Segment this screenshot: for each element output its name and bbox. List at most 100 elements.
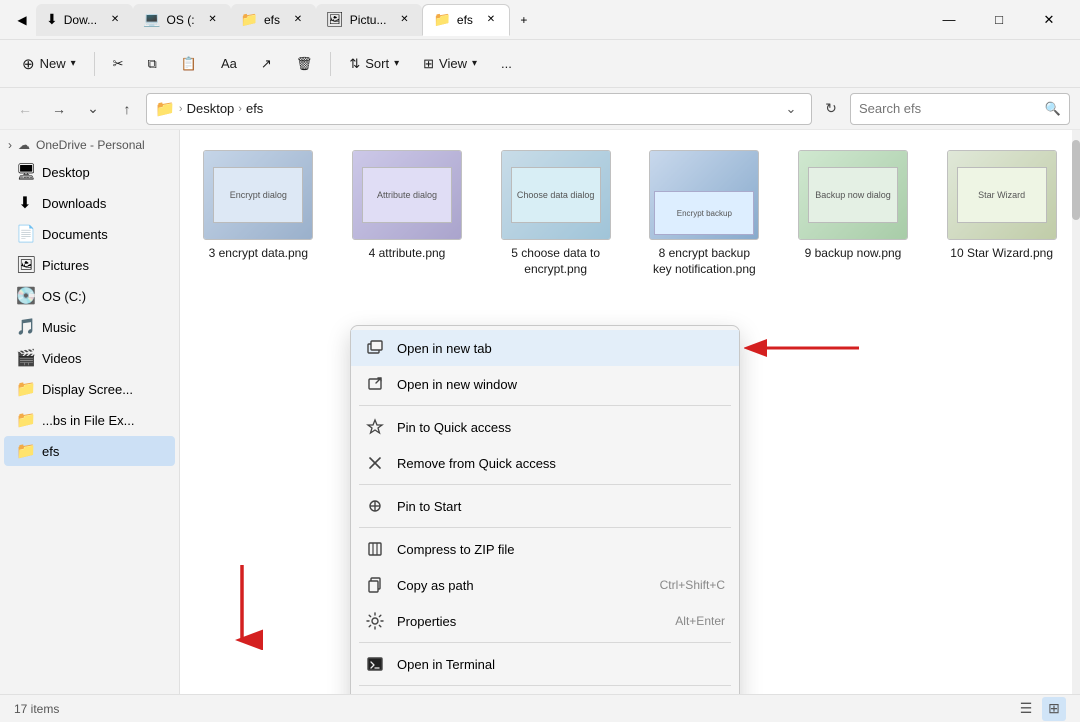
tab-os[interactable]: 💻 OS (: ✕	[133, 4, 230, 36]
sort-button[interactable]: ⇅ Sort ▾	[339, 46, 409, 82]
minimize-button[interactable]: —	[926, 4, 972, 36]
sidebar-label-downloads: Downloads	[42, 196, 106, 211]
breadcrumb-desktop-label: Desktop	[187, 101, 235, 116]
tab-efs2[interactable]: 📁 efs ✕	[422, 4, 509, 36]
folder-icon: 📁	[155, 99, 175, 119]
ctx-open-new-tab[interactable]: Open in new tab	[351, 330, 739, 366]
plus-icon: ⊕	[22, 55, 35, 73]
ctx-sep-3	[359, 527, 731, 528]
breadcrumb-desktop[interactable]: Desktop	[187, 101, 235, 116]
sidebar-item-music[interactable]: 🎵 Music	[4, 312, 175, 342]
grid-view-button[interactable]: ⊞	[1042, 697, 1066, 721]
file-thumb-f2: Attribute dialog	[352, 150, 462, 240]
ctx-pin-quick-access[interactable]: Pin to Quick access	[351, 409, 739, 445]
tab-downloads[interactable]: ⬇ Dow... ✕	[36, 4, 133, 36]
refresh-button[interactable]: ↻	[816, 94, 846, 124]
tab-label-pictures: Pictu...	[350, 13, 387, 27]
ctx-pin-start[interactable]: Pin to Start	[351, 488, 739, 524]
search-input[interactable]	[859, 101, 1039, 116]
maximize-button[interactable]: □	[976, 4, 1022, 36]
ctx-open-terminal-label: Open in Terminal	[397, 657, 725, 672]
ctx-copy-path[interactable]: Copy as path Ctrl+Shift+C	[351, 567, 739, 603]
item-count: 17 items	[14, 702, 59, 716]
file-item-f1[interactable]: Encrypt dialog 3 encrypt data.png	[192, 142, 325, 285]
copy-button[interactable]: ⧉	[138, 46, 167, 82]
tab-label-efs1: efs	[264, 13, 280, 27]
titlebar: ◀ ⬇ Dow... ✕ 💻 OS (: ✕ 📁 efs ✕ 🖼 Pictu..…	[0, 0, 1080, 40]
file-name-f4: 8 encrypt backup key notification.png	[649, 246, 759, 277]
view-button[interactable]: ⊞ View ▾	[413, 46, 487, 82]
sidebar-label-desktop: Desktop	[42, 165, 90, 180]
new-button[interactable]: ⊕ New ▾	[12, 46, 86, 82]
sidebar-item-videos[interactable]: 🎬 Videos	[4, 343, 175, 373]
file-item-f6[interactable]: Star Wizard 10 Star Wizard.png	[935, 142, 1068, 285]
tab-close-pictures[interactable]: ✕	[396, 12, 412, 28]
tab-icon-downloads: ⬇	[46, 11, 58, 28]
sidebar-label-pictures: Pictures	[42, 258, 89, 273]
toolbar: ⊕ New ▾ ✂ ⧉ 📋 Aa ↗ 🗑 ⇅ Sort ▾ ⊞ View ▾ .…	[0, 40, 1080, 88]
delete-button[interactable]: 🗑	[286, 46, 323, 82]
sidebar-item-documents[interactable]: 📄 Documents	[4, 219, 175, 249]
up-button[interactable]: ↑	[112, 94, 142, 124]
ctx-compress-zip[interactable]: Compress to ZIP file	[351, 531, 739, 567]
ctx-sep-5	[359, 685, 731, 686]
file-name-f1: 3 encrypt data.png	[209, 246, 308, 262]
list-view-button[interactable]: ☰	[1014, 697, 1038, 721]
breadcrumb-efs[interactable]: efs	[246, 101, 263, 116]
tab-nav-prev[interactable]: ◀	[8, 6, 36, 34]
scrollbar-thumb[interactable]	[1072, 140, 1080, 220]
tab-close-efs1[interactable]: ✕	[290, 12, 306, 28]
onedrive-section[interactable]: › ☁ OneDrive - Personal	[0, 134, 179, 156]
tab-close-os[interactable]: ✕	[205, 12, 221, 28]
scrollbar[interactable]	[1072, 130, 1080, 694]
dropdown-button[interactable]: ⌄	[78, 94, 108, 124]
ctx-properties-icon	[365, 611, 385, 631]
tab-pictures[interactable]: 🖼 Pictu... ✕	[316, 4, 422, 36]
cut-button[interactable]: ✂	[103, 46, 134, 82]
more-button[interactable]: ...	[491, 46, 522, 82]
ctx-open-terminal[interactable]: Open in Terminal	[351, 646, 739, 682]
breadcrumb-bar[interactable]: 📁 › Desktop › efs ⌄	[146, 93, 812, 125]
toolbar-sep-2	[330, 52, 331, 76]
file-thumb-f4: Encrypt backup	[649, 150, 759, 240]
ctx-open-new-window-label: Open in new window	[397, 377, 725, 392]
sidebar-label-efs: efs	[42, 444, 59, 459]
share-button[interactable]: ↗	[251, 46, 282, 82]
displayscreen-icon: 📁	[16, 379, 34, 399]
sidebar-item-efs[interactable]: 📁 efs	[4, 436, 175, 466]
sidebar-item-os[interactable]: 💽 OS (C:)	[4, 281, 175, 311]
sidebar-item-absfilx[interactable]: 📁 ...bs in File Ex...	[4, 405, 175, 435]
ctx-open-new-window[interactable]: Open in new window	[351, 366, 739, 402]
file-name-f6: 10 Star Wizard.png	[950, 246, 1053, 262]
add-tab-button[interactable]: +	[510, 6, 538, 34]
ctx-properties-label: Properties	[397, 614, 663, 629]
tab-close-efs2[interactable]: ✕	[483, 12, 499, 28]
file-item-f2[interactable]: Attribute dialog 4 attribute.png	[341, 142, 474, 285]
sidebar-item-pictures[interactable]: 🖼 Pictures	[4, 250, 175, 280]
ctx-open-new-tab-icon	[365, 338, 385, 358]
file-item-f5[interactable]: Backup now dialog 9 backup now.png	[787, 142, 920, 285]
breadcrumb-sep-1: ›	[179, 103, 183, 115]
paste-button[interactable]: 📋	[171, 46, 207, 82]
file-name-f5: 9 backup now.png	[805, 246, 902, 262]
navbar: ← → ⌄ ↑ 📁 › Desktop › efs ⌄ ↻ 🔍	[0, 88, 1080, 130]
tab-efs1[interactable]: 📁 efs ✕	[231, 4, 316, 36]
file-item-f3[interactable]: Choose data dialog 5 choose data to encr…	[489, 142, 622, 285]
tab-close-downloads[interactable]: ✕	[107, 12, 123, 28]
tab-label-efs2: efs	[457, 13, 473, 27]
forward-button[interactable]: →	[44, 94, 74, 124]
sidebar-item-displayscreen[interactable]: 📁 Display Scree...	[4, 374, 175, 404]
statusbar-right: ☰ ⊞	[1014, 697, 1066, 721]
sidebar-item-downloads[interactable]: ⬇ Downloads	[4, 188, 175, 218]
ctx-show-more-options[interactable]: Show more options Shift+F10	[351, 689, 739, 694]
address-chevron-icon[interactable]: ⌄	[779, 97, 803, 121]
ctx-remove-quick-access[interactable]: Remove from Quick access	[351, 445, 739, 481]
close-button[interactable]: ✕	[1026, 4, 1072, 36]
rename-button[interactable]: Aa	[211, 46, 247, 82]
file-item-f4[interactable]: Encrypt backup 8 encrypt backup key noti…	[638, 142, 771, 285]
back-button[interactable]: ←	[10, 94, 40, 124]
search-box[interactable]: 🔍	[850, 93, 1070, 125]
ctx-properties[interactable]: Properties Alt+Enter	[351, 603, 739, 639]
breadcrumb-efs-label: efs	[246, 101, 263, 116]
sidebar-item-desktop[interactable]: 🖥 Desktop	[4, 157, 175, 187]
